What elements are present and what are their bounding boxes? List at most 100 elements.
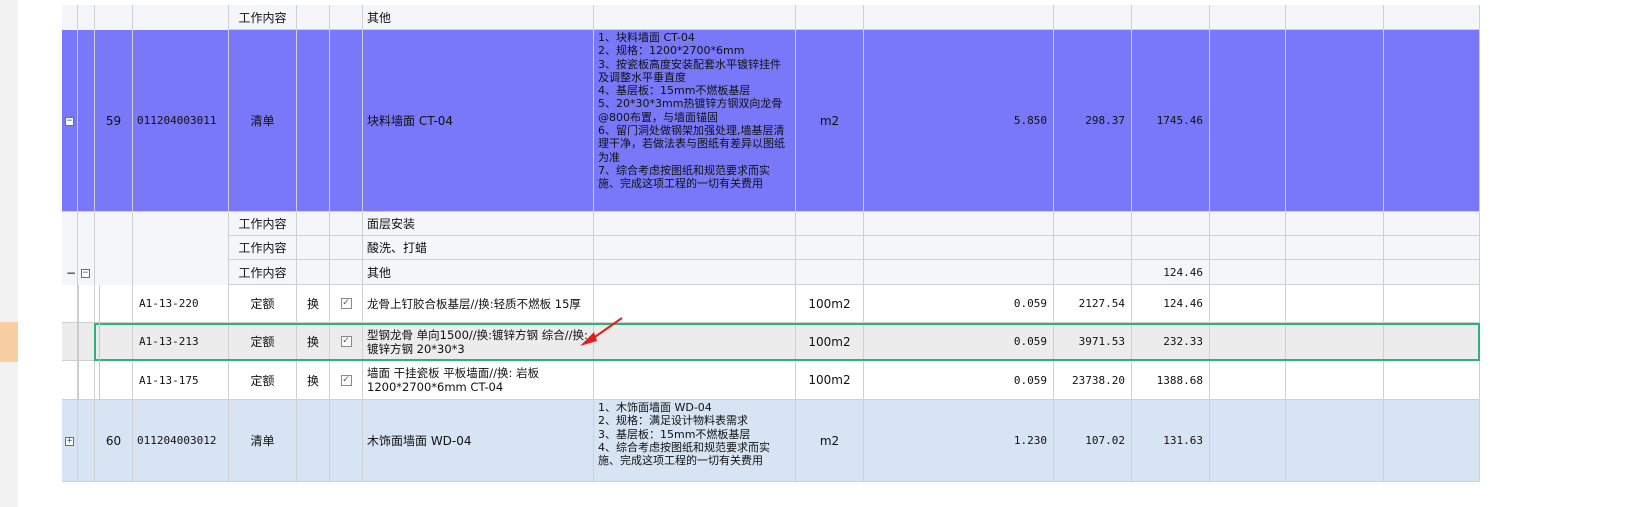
content-row[interactable]: − − 工作内容 其他 124.46 [62,260,1480,285]
quota-row[interactable]: A1-13-220 定额 换 ✓ 龙骨上钉胶合板基层//换:轻质不燃板 15厚 100m2… [62,285,1480,323]
cell-code: 011204003011 [133,30,229,212]
cell-desc [594,361,796,400]
cell-code [133,236,229,260]
cell-text: 工作内容 [238,10,287,25]
cell-text: 107.02 [1085,434,1125,447]
cell-unit [796,236,864,260]
cell-tree [78,30,95,212]
cell-text: 木饰面墙面 WD-04 [367,434,472,448]
checkbox[interactable]: ✓ [340,336,352,347]
cell-text: 块料墙面 CT-04 [367,114,454,128]
cell-text: 清单 [250,434,275,448]
cell-swap [297,400,330,482]
cell-check [330,260,363,285]
cell-e3 [1384,361,1480,400]
cell-text: 59 [105,113,122,128]
cell-e2 [1286,285,1384,323]
cell-e1 [1210,5,1286,30]
cell-unit: m2 [796,400,864,482]
cell-e1 [1210,323,1286,361]
cell-unit: 100m2 [796,361,864,400]
cell-swap [297,236,330,260]
collapse-icon[interactable]: − [81,268,90,278]
checkbox[interactable]: ✓ [340,374,352,386]
cell-e2 [1286,30,1384,212]
cell-no [95,212,133,236]
cell-total [1132,212,1210,236]
cell-text: 011204003011 [137,114,217,127]
cell-no [95,323,133,361]
collapse-icon[interactable]: − [65,117,74,126]
cell-e3 [1384,30,1480,212]
cell-toggle [62,236,78,260]
cell-e3 [1384,323,1480,361]
cell-text: 其他 [367,265,392,280]
cell-tree [78,323,95,361]
cell-code: A1-13-220 [133,285,229,323]
cell-text: 124.46 [1163,297,1203,310]
cell-desc: 1、木饰面墙面 WD-04 2、规格：满足设计物料表需求 3、基层板：15mm不… [594,400,796,482]
cell-tree [78,285,95,323]
cell-e2 [1286,236,1384,260]
cell-text: 清单 [250,114,275,128]
cell-unit: 100m2 [796,285,864,323]
cell-desc [594,5,796,30]
cell-text: 23738.20 [1072,373,1125,387]
bill-row[interactable]: − 59 011204003011 清单 块料墙面 CT-04 1、块料墙面 CT-04 … [62,30,1480,212]
cell-text: 232.33 [1163,335,1203,348]
cell-e1 [1210,236,1286,260]
cell-qty [864,212,1054,236]
cell-kind: 清单 [229,30,297,212]
content-row[interactable]: 工作内容 其他 [62,5,1480,30]
cell-kind: 工作内容 [229,236,297,260]
cell-check [330,212,363,236]
cell-price: 298.37 [1054,30,1132,212]
cell-code [133,5,229,30]
cell-e1 [1210,212,1286,236]
cell-no: 60 [95,400,133,482]
cell-kind: 定额 [229,285,297,323]
cell-text: 1.230 [1013,434,1047,447]
cell-kind: 工作内容 [229,212,297,236]
cell-desc [594,285,796,323]
cell-total: 232.33 [1132,323,1210,361]
cell-toggle: − [62,30,78,212]
content-row[interactable]: 工作内容 酸洗、打蜡 [62,236,1480,260]
expand-icon[interactable]: + [65,437,74,446]
cell-no [95,260,133,285]
cell-tree: − [78,260,95,285]
cell-desc: 1、块料墙面 CT-04 2、规格：1200*2700*6mm 3、按瓷板高度安… [594,30,796,212]
cell-text: 0.059 [1013,373,1047,387]
cell-desc [594,323,796,361]
cell-text: 5.850 [1013,114,1047,127]
cell-toggle [62,361,78,400]
cell-no [95,285,133,323]
cell-text: 定额 [250,297,275,311]
cell-text: 1、木饰面墙面 WD-04 2、规格：满足设计物料表需求 3、基层板：15mm不… [598,401,770,468]
tree-guide-line [99,285,100,400]
cell-name: 块料墙面 CT-04 [363,30,594,212]
cell-text: 酸洗、打蜡 [367,241,428,255]
cell-swap [297,260,330,285]
quota-row[interactable]: A1-13-213 定额 换 ✓ 型钢龙骨 单向1500//换:镀锌方钢 综合//换: … [62,323,1480,361]
cell-text: 1、块料墙面 CT-04 2、规格：1200*2700*6mm 3、按瓷板高度安… [598,31,785,191]
cell-text: 1745.46 [1156,114,1203,127]
quota-row[interactable]: A1-13-175 定额 换 ✓ 墙面 干挂瓷板 平板墙面//换: 岩板 1200*27… [62,361,1480,400]
cell-text: 100m2 [808,373,851,387]
content-row[interactable]: 工作内容 面层安装 [62,212,1480,236]
cell-text: 131.63 [1163,434,1203,447]
cell-text: 定额 [250,373,275,388]
cell-swap: 换 [297,285,330,323]
cell-e3 [1384,5,1480,30]
cell-e1 [1210,260,1286,285]
cell-no [95,236,133,260]
cell-name: 其他 [363,5,594,30]
cell-text: m2 [819,433,840,448]
bill-row[interactable]: +60 011204003012 清单 木饰面墙面 WD-04 1、木饰面墙面 WD-0… [62,400,1480,482]
checkbox[interactable]: ✓ [340,298,352,309]
cell-name: 酸洗、打蜡 [363,236,594,260]
cell-e1 [1210,285,1286,323]
cell-e2 [1286,5,1384,30]
cell-name: 木饰面墙面 WD-04 [363,400,594,482]
cell-text: A1-13-220 [139,297,199,310]
